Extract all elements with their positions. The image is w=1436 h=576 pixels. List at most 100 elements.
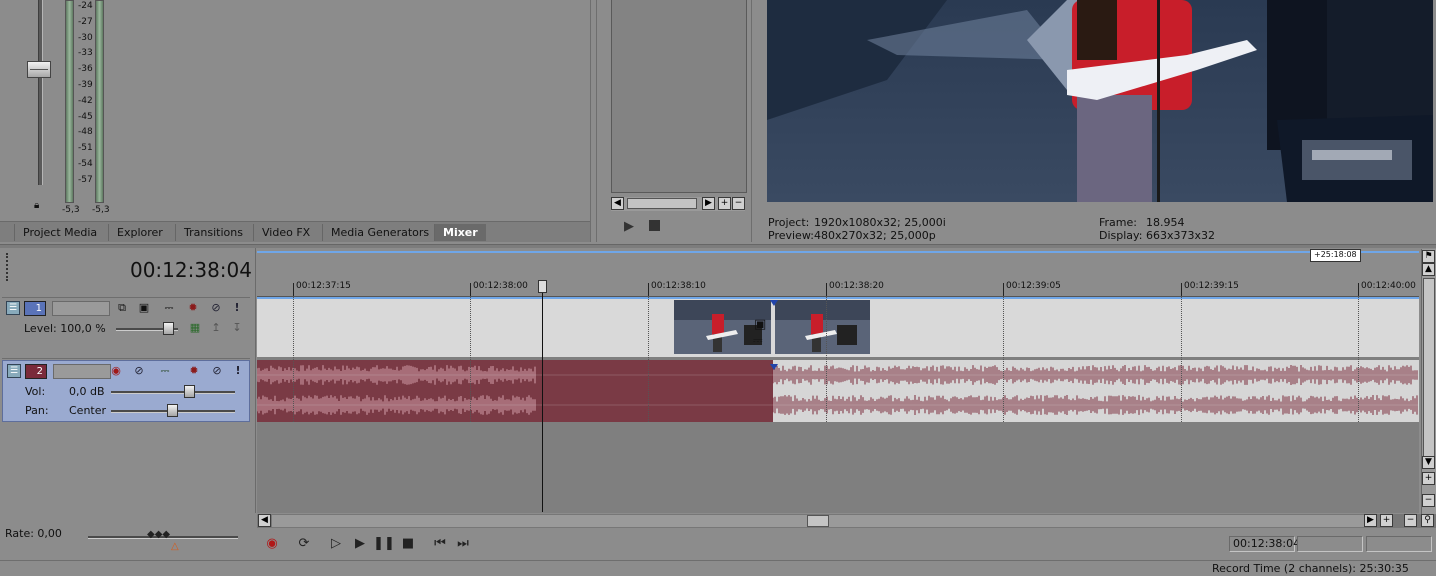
- audio-solo-icon[interactable]: !: [231, 364, 245, 378]
- zoom-out-icon[interactable]: −: [732, 197, 745, 210]
- pan-label: Pan:: [25, 404, 49, 417]
- go-to-end-icon[interactable]: ⏭: [452, 534, 474, 554]
- volume-slider-track[interactable]: [111, 391, 235, 394]
- trimmer-play-icon[interactable]: ▶: [624, 219, 634, 234]
- meter-scale-label: -42: [78, 95, 93, 106]
- tab-video-fx[interactable]: Video FX: [253, 224, 318, 241]
- trimmer-scroll-thumb[interactable]: [627, 198, 697, 209]
- solo-icon[interactable]: !: [230, 301, 244, 315]
- meter-right: [95, 0, 104, 203]
- timeline-gridline: [826, 297, 827, 422]
- go-to-start-icon[interactable]: ⏮: [429, 534, 451, 554]
- scroll-left-icon[interactable]: ◀: [258, 514, 271, 527]
- horizontal-scroll-thumb[interactable]: [807, 515, 829, 527]
- motion-blur-envelope-icon[interactable]: ⎓: [162, 301, 176, 315]
- timeline-marker-bar[interactable]: [257, 249, 1419, 279]
- zoom-tool-icon[interactable]: ⚲: [1421, 514, 1434, 527]
- pause-icon[interactable]: ❚❚: [373, 534, 395, 554]
- vertical-zoom-out-icon[interactable]: −: [1422, 494, 1435, 507]
- play-icon[interactable]: ▶: [349, 534, 371, 554]
- playhead-handle[interactable]: [538, 280, 547, 293]
- record-icon[interactable]: ◉: [261, 534, 283, 554]
- master-fader-knob[interactable]: [27, 61, 51, 78]
- level-slider-knob[interactable]: [163, 322, 174, 335]
- vertical-scroll-thumb[interactable]: [1423, 278, 1435, 458]
- video-preview[interactable]: [767, 0, 1433, 202]
- expand-keyframes-up-icon[interactable]: ↥: [209, 321, 223, 335]
- track-fx-icon[interactable]: ✹: [186, 301, 200, 315]
- tab-project-media[interactable]: Project Media: [14, 224, 105, 241]
- mute-icon[interactable]: ⊘: [209, 301, 223, 315]
- audio-track-collapse-icon[interactable]: ☰: [7, 364, 21, 378]
- record-time-label: Record Time (2 channels): 25:30:35: [1212, 562, 1409, 575]
- invert-phase-icon[interactable]: ⊘: [132, 364, 146, 378]
- meter-scale-label: -54: [78, 159, 93, 169]
- selection-end-field[interactable]: [1366, 536, 1432, 552]
- meter-scale-label: -36: [78, 64, 93, 75]
- tab-media-generators[interactable]: Media Generators: [322, 224, 437, 241]
- play-from-start-icon[interactable]: ▷: [325, 534, 347, 554]
- playback-rate-label: Rate: 0,00: [5, 527, 62, 540]
- pan-slider-knob[interactable]: [167, 404, 178, 417]
- ruler-tick: [826, 283, 827, 296]
- scroll-down-icon[interactable]: ▼: [1422, 456, 1435, 469]
- volume-slider-knob[interactable]: [184, 385, 195, 398]
- rate-slider-knob-icon[interactable]: ◆◆◆: [147, 529, 170, 540]
- loop-length-label: +25:18:08: [1310, 249, 1361, 262]
- video-thumbnail-image: [775, 300, 870, 354]
- video-track-name-field[interactable]: [52, 301, 110, 316]
- master-fader-track[interactable]: [38, 0, 43, 185]
- timeline-horizontal-scrollbar[interactable]: ◀ ▶ + − ⚲: [257, 514, 1436, 528]
- make-compositing-child-icon[interactable]: ▣: [137, 301, 151, 315]
- stop-icon[interactable]: ■: [397, 534, 419, 554]
- vertical-zoom-in-icon[interactable]: +: [1422, 472, 1435, 485]
- selection-length-field[interactable]: [1297, 536, 1363, 552]
- trimmer-stop-icon[interactable]: [649, 220, 660, 231]
- time-field[interactable]: 00:12:38:04: [1229, 536, 1300, 552]
- meter-left-value: -5,3: [62, 205, 80, 215]
- audio-mute-icon[interactable]: ⊘: [210, 364, 224, 378]
- video-track-header[interactable]: ☰ 1 ⧉ ▣ ⎓ ✹ ⊘ ! Level: 100,0 % ▦ ↥ ↧: [2, 297, 250, 359]
- zoom-in-icon[interactable]: +: [718, 197, 731, 210]
- tab-transitions[interactable]: Transitions: [175, 224, 251, 241]
- playhead-cursor[interactable]: [542, 283, 543, 512]
- marker-flag-icon[interactable]: ⚑: [1422, 250, 1435, 263]
- lock-icon[interactable]: 🔒︎: [34, 200, 39, 211]
- meter-scale-label: -57: [78, 174, 93, 185]
- event-fx-icon[interactable]: ⎓: [753, 333, 763, 348]
- ruler-tick: [293, 283, 294, 296]
- meter-right-value: -5,3: [92, 205, 110, 215]
- track-envelope-icon[interactable]: ⎓: [158, 364, 172, 378]
- tab-mixer[interactable]: Mixer: [434, 224, 486, 241]
- scroll-left-icon[interactable]: ◀: [611, 197, 624, 210]
- loop-region-bar[interactable]: [257, 251, 1419, 253]
- timeline-gridline: [1181, 297, 1182, 422]
- cursor-time-display: 00:12:38:04: [129, 258, 252, 282]
- event-pan-crop-icon[interactable]: ▣: [754, 317, 766, 332]
- track-collapse-icon[interactable]: ☰: [6, 301, 20, 315]
- expand-keyframes-down-icon[interactable]: ↧: [230, 321, 244, 335]
- trimmer-scrollbar[interactable]: ◀ ▶ + −: [611, 197, 745, 211]
- audio-track-name-field[interactable]: [53, 364, 111, 379]
- trimmer-panel: ◀ ▶ + − ▶: [596, 0, 752, 242]
- preview-frame-image: [767, 0, 1433, 202]
- audio-track-fx-icon[interactable]: ✹: [187, 364, 201, 378]
- horizontal-zoom-in-icon[interactable]: +: [1380, 514, 1393, 527]
- audio-track-header[interactable]: ☰ 2 ◉ ⊘ ⎓ ✹ ⊘ ! Vol: 0,0 dB Pan: Center: [2, 360, 250, 422]
- loop-playback-icon[interactable]: ⟳: [293, 534, 315, 554]
- tab-explorer[interactable]: Explorer: [108, 224, 171, 241]
- project-value: 1920x1080x32; 25,000i: [814, 216, 946, 229]
- audio-waveform[interactable]: [257, 360, 1419, 422]
- video-event-thumbnail[interactable]: [775, 300, 870, 354]
- arm-for-record-icon[interactable]: ◉: [109, 364, 123, 378]
- rate-reset-icon[interactable]: △: [171, 541, 179, 552]
- scroll-up-icon[interactable]: ▲: [1422, 263, 1435, 276]
- meter-scale-label: -48: [78, 127, 93, 138]
- timeline-gridline: [470, 297, 471, 422]
- scroll-right-icon[interactable]: ▶: [702, 197, 715, 210]
- track-motion-icon[interactable]: ▦: [188, 321, 202, 335]
- horizontal-zoom-out-icon[interactable]: −: [1404, 514, 1417, 527]
- timeline-vertical-scrollbar[interactable]: ⚑ ▲ ▼ + −: [1421, 249, 1436, 514]
- scroll-right-icon[interactable]: ▶: [1364, 514, 1377, 527]
- compositing-mode-icon[interactable]: ⧉: [115, 301, 129, 315]
